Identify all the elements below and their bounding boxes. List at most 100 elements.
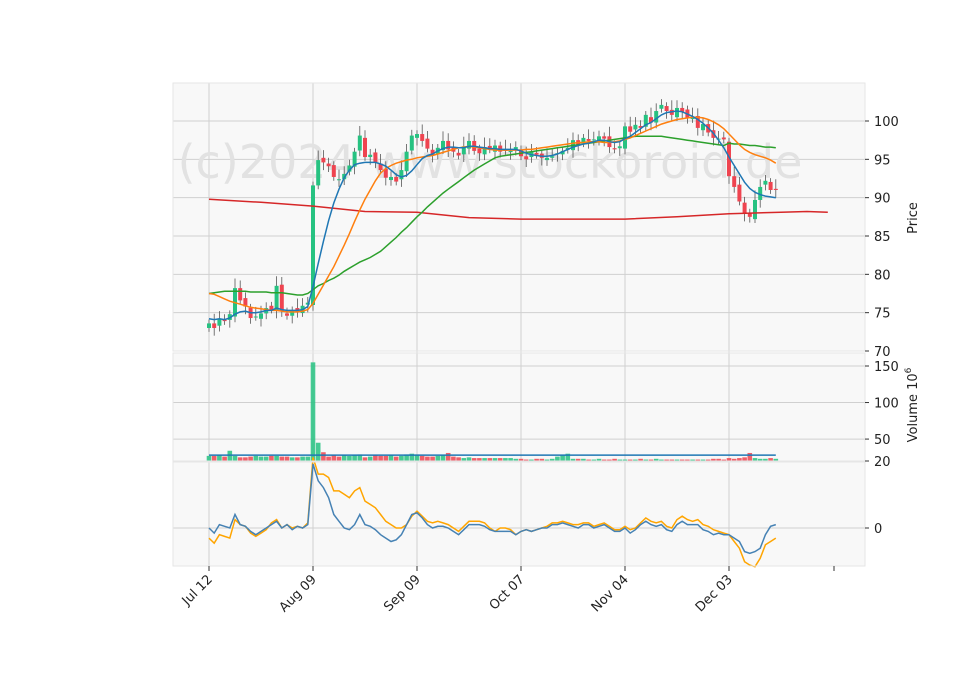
candle-body — [477, 148, 482, 154]
candle-body — [321, 157, 326, 163]
volume-bar — [430, 456, 435, 461]
price-axis-tick-label: 75 — [874, 307, 891, 322]
price-axis-tick-label: 100 — [874, 115, 899, 130]
volume-bar — [466, 457, 472, 461]
candle-body — [633, 124, 638, 130]
volume-bar — [435, 455, 441, 461]
volume-axis-tick-label: 150 — [874, 360, 899, 375]
candle-body — [259, 313, 263, 319]
x-axis-tick-label: Jul 12 — [179, 572, 216, 609]
volume-bar — [315, 442, 321, 461]
candle-body — [373, 152, 378, 163]
volume-bar — [211, 455, 217, 461]
volume-bar — [206, 455, 212, 461]
candle-body — [420, 134, 425, 141]
candle-body — [217, 318, 222, 326]
volume-bar — [383, 455, 389, 461]
candle-body — [415, 134, 419, 138]
price-axis-tick-label: 80 — [874, 268, 891, 283]
candle-body — [763, 180, 768, 185]
volume-axis-tick-label: 50 — [874, 433, 891, 448]
candle-body — [659, 104, 664, 109]
volume-bar — [274, 455, 279, 461]
candle-body — [550, 156, 555, 158]
volume-bar — [373, 455, 378, 461]
candle-body — [773, 188, 778, 190]
x-axis-tick-label: Dec 03 — [693, 572, 736, 615]
oscillator-axis-tick-label: 0 — [874, 522, 882, 537]
volume-bar — [347, 455, 352, 461]
candle-body — [253, 316, 258, 318]
volume-bar — [362, 457, 368, 461]
volume-bar — [445, 452, 451, 461]
candle-body — [337, 179, 341, 181]
chart-canvas: (c)2024 www.stockoroid.de 70758085909510… — [172, 82, 921, 615]
volume-axis-label: Volume 106 — [904, 367, 921, 442]
volume-bar — [393, 456, 399, 461]
volume-bar — [237, 457, 243, 461]
volume-axis-tick-label: 20 — [874, 455, 891, 470]
x-axis-tick-label: Nov 04 — [589, 572, 632, 615]
volume-bar — [419, 455, 425, 461]
candle-body — [326, 163, 331, 167]
price-axis-label: Price — [906, 202, 921, 234]
candle-body — [768, 181, 773, 190]
volume-bar — [243, 457, 248, 461]
volume-panel-bg — [173, 353, 865, 461]
volume-bar — [560, 455, 565, 461]
candle-body — [664, 106, 669, 112]
volume-bar — [388, 455, 394, 461]
price-axis-tick-label: 85 — [874, 230, 891, 245]
candle-body — [524, 156, 529, 160]
volume-bar — [295, 457, 300, 461]
candle-body — [238, 288, 243, 301]
candle-body — [363, 137, 367, 158]
volume-bar — [253, 455, 259, 461]
x-axis-tick-label: Sep 09 — [381, 572, 424, 615]
volume-bar — [289, 457, 295, 461]
volume-bar — [326, 456, 331, 461]
candle-body — [279, 284, 284, 312]
candle-body — [508, 150, 513, 153]
volume-bar — [258, 456, 264, 461]
candle-body — [404, 151, 409, 172]
volume-axis-tick-label: 100 — [874, 397, 899, 412]
volume-bar — [425, 456, 430, 461]
candle-body — [389, 176, 393, 181]
candle-body — [602, 136, 607, 139]
volume-bar — [305, 456, 311, 461]
candle-body — [737, 184, 742, 202]
volume-bar — [336, 456, 342, 461]
volume-bar — [378, 455, 383, 461]
volume-bar — [352, 455, 357, 461]
volume-bar — [279, 456, 285, 461]
price-axis-tick-label: 90 — [874, 192, 891, 207]
volume-bar — [222, 456, 227, 461]
candle-body — [331, 165, 336, 177]
price-axis-tick-label: 70 — [874, 345, 891, 360]
volume-bar — [331, 455, 337, 461]
candle-body — [394, 176, 399, 182]
candle-body — [753, 199, 757, 220]
volume-bar — [217, 455, 222, 461]
candle-body — [742, 202, 747, 214]
oscillator-panel-bg — [173, 462, 865, 566]
candle-body — [285, 313, 289, 316]
candle-body — [274, 285, 279, 311]
candle-body — [534, 152, 539, 155]
volume-bar — [367, 456, 373, 461]
volume-bar — [321, 452, 326, 461]
candle-body — [591, 139, 596, 141]
volume-bar — [300, 456, 305, 461]
volume-bar — [310, 362, 316, 461]
volume-bar — [399, 455, 404, 461]
candle-body — [357, 135, 362, 151]
volume-bar — [742, 457, 747, 461]
x-axis-tick-label: Aug 09 — [277, 572, 320, 615]
volume-bar — [440, 455, 446, 461]
candle-body — [456, 152, 461, 156]
volume-bar — [248, 456, 253, 461]
volume-bar — [747, 452, 753, 461]
candle-body — [425, 138, 430, 149]
volume-bar — [451, 456, 456, 461]
